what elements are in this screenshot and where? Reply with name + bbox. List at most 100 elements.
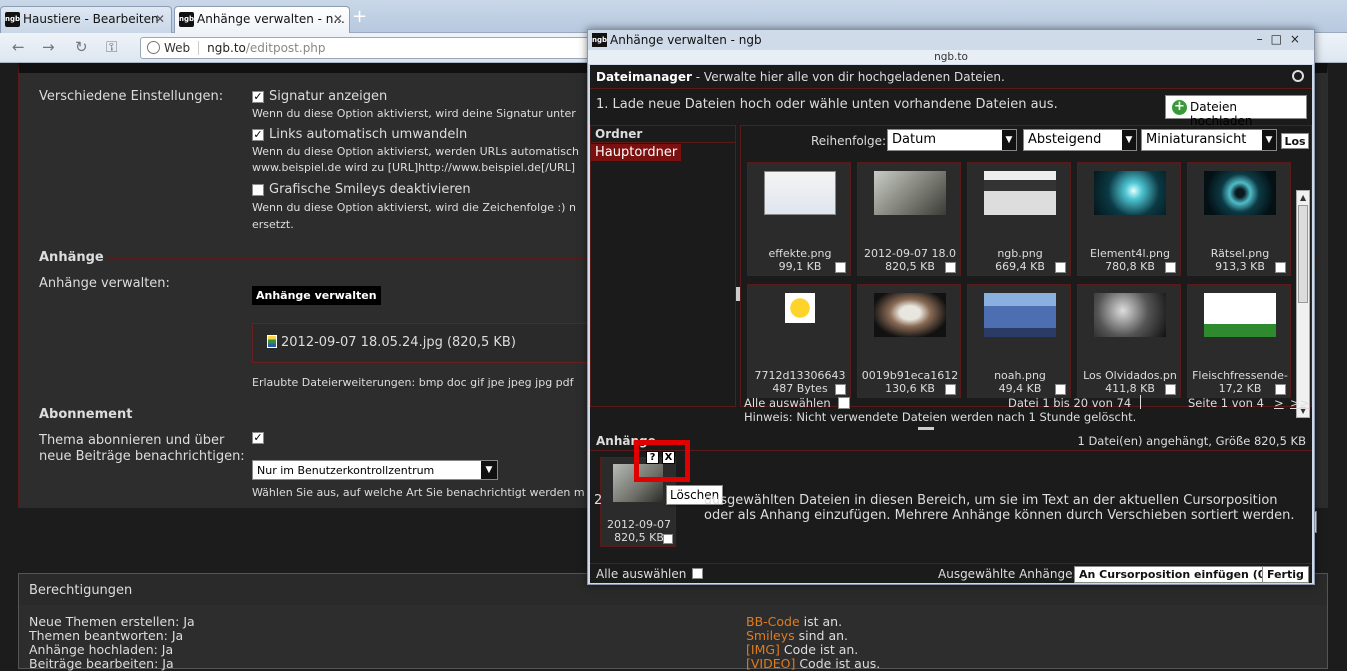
signature-checkbox[interactable]: ✓ xyxy=(252,91,264,103)
chevron-down-icon: ▼ xyxy=(1002,130,1016,150)
sort-direction-select[interactable]: Absteigend ▼ xyxy=(1023,129,1137,151)
tab-haustiere[interactable]: ngb Haustiere - Bearbeiten ✕ xyxy=(0,6,172,33)
footer-select-all-checkbox[interactable] xyxy=(692,568,704,579)
links-checkbox[interactable]: ✓ xyxy=(252,129,264,141)
file-checkbox[interactable] xyxy=(1275,384,1286,395)
tab-title: Anhänge verwalten - n... xyxy=(197,12,345,26)
file-checkbox[interactable] xyxy=(835,262,846,273)
tab-anhaenge[interactable]: ngb Anhänge verwalten - n... ✕ xyxy=(174,6,350,33)
reload-icon[interactable]: ↻ xyxy=(75,39,88,55)
vertical-splitter[interactable] xyxy=(918,427,934,430)
file-name: Rätsel.png xyxy=(1210,247,1270,260)
file-list-scrollbar[interactable]: ▲ ▼ xyxy=(1296,190,1310,418)
file-manager-subtitle: - Verwalte hier alle von dir hochgeladen… xyxy=(695,70,1005,84)
bbcode-link[interactable]: BB-Code xyxy=(746,614,800,629)
close-tab-icon[interactable]: ✕ xyxy=(155,12,165,26)
new-tab-icon[interactable]: + xyxy=(352,8,370,26)
file-name: 7712d13306643 xyxy=(754,369,846,382)
file-thumbnail xyxy=(785,293,815,323)
file-card[interactable]: Los Olvidados.pn 411,8 KB xyxy=(1077,284,1181,398)
file-card[interactable]: noah.png 49,4 KB xyxy=(967,284,1071,398)
attachments-instructions: ausgewählten Dateien in diesen Bereich, … xyxy=(704,493,1295,523)
select-all-checkbox[interactable] xyxy=(838,397,850,409)
key-icon[interactable]: ⚿ xyxy=(106,39,117,55)
go-button[interactable]: Los xyxy=(1281,133,1309,149)
back-icon[interactable]: ← xyxy=(12,39,25,55)
file-card[interactable]: 0019b91eca1612 130,6 KB xyxy=(857,284,961,398)
help-icon[interactable] xyxy=(1292,70,1304,82)
folder-item-main[interactable]: Hauptordner xyxy=(591,144,682,161)
file-card[interactable]: 7712d13306643 487 Bytes xyxy=(747,284,851,398)
close-tab-icon[interactable]: ✕ xyxy=(333,12,343,26)
scrollbar-thumb[interactable] xyxy=(1298,205,1308,303)
scroll-up-icon[interactable]: ▲ xyxy=(1300,193,1306,202)
file-card[interactable]: Element4l.png 780,8 KB xyxy=(1077,162,1181,276)
address-bar[interactable]: Web ngb.to/editpost.php xyxy=(140,37,600,59)
file-thumbnail xyxy=(1204,171,1276,215)
file-card[interactable]: 2012-09-07 18.0 820,5 KB xyxy=(857,162,961,276)
forward-icon[interactable]: → xyxy=(42,39,55,55)
attachment-checkbox[interactable] xyxy=(663,534,673,544)
attachment-index: 2 xyxy=(594,493,603,508)
attachments-summary: 1 Datei(en) angehängt, Größe 820,5 KB xyxy=(1077,434,1306,448)
attached-file-name[interactable]: 2012-09-07 18.05.24.jpg (820,5 KB) xyxy=(281,335,516,350)
file-thumbnail xyxy=(984,293,1056,337)
sort-field-select[interactable]: Datum ▼ xyxy=(887,129,1017,151)
window-controls[interactable]: –□× xyxy=(1257,32,1308,46)
file-checkbox[interactable] xyxy=(1275,262,1286,273)
file-name: Element4l.png xyxy=(1089,247,1171,260)
manage-attachments-label: Anhänge verwalten: xyxy=(39,276,170,291)
permission-item: Smileys sind an. xyxy=(746,628,849,643)
cleanup-hint: Hinweis: Nicht verwendete Dateien werden… xyxy=(744,410,1137,424)
insert-at-cursor-button[interactable]: An Cursorposition einfügen (0) xyxy=(1074,566,1276,583)
smileys-help-2: ersetzt. xyxy=(252,218,294,231)
view-mode-select[interactable]: Miniaturansicht ▼ xyxy=(1141,129,1277,151)
file-name: ngb.png xyxy=(997,247,1043,260)
last-page-link[interactable]: >> xyxy=(1290,396,1309,410)
signature-help: Wenn du diese Option aktivierst, wird de… xyxy=(252,107,576,120)
subscribe-checkbox[interactable]: ✓ xyxy=(252,432,264,444)
upload-files-button[interactable]: + Dateien hochladen xyxy=(1165,95,1307,128)
divider xyxy=(1140,395,1141,409)
smileys-checkbox[interactable] xyxy=(252,184,264,196)
file-checkbox[interactable] xyxy=(1165,262,1176,273)
sort-label: Reihenfolge: xyxy=(811,134,887,148)
file-name: 0019b91eca1612 xyxy=(861,369,959,382)
file-checkbox[interactable] xyxy=(1165,384,1176,395)
done-button[interactable]: Fertig xyxy=(1262,566,1309,583)
file-card[interactable]: Fleischfressende- 17,2 KB xyxy=(1187,284,1291,398)
file-thumbnail xyxy=(1204,293,1276,337)
file-name: 2012-09-07 18.0 xyxy=(864,247,956,260)
popup-url: ngb.to xyxy=(588,50,1314,64)
select-all-label: Alle auswählen xyxy=(744,396,831,410)
subscription-section-title: Abonnement xyxy=(39,407,133,422)
next-page-link[interactable]: > xyxy=(1274,396,1284,410)
file-card[interactable]: Rätsel.png 913,3 KB xyxy=(1187,162,1291,276)
file-card[interactable]: ngb.png 669,4 KB xyxy=(967,162,1071,276)
smileys-link[interactable]: Smileys xyxy=(746,628,795,643)
links-help: Wenn du diese Option aktivierst, werden … xyxy=(252,145,579,158)
file-thumbnail xyxy=(874,293,946,337)
selected-attachments-label: Ausgewählte Anhänge: xyxy=(938,567,1077,581)
img-link[interactable]: [IMG] xyxy=(746,642,780,657)
manage-attachments-button[interactable]: Anhänge verwalten xyxy=(252,286,381,305)
file-list-footer: Alle auswählen Datei 1 bis 20 von 74 Sei… xyxy=(740,395,1312,425)
file-name: Los Olvidados.pn xyxy=(1083,369,1177,382)
attachments-section-title: Anhänge xyxy=(39,250,104,265)
file-thumbnail xyxy=(874,171,946,215)
file-checkbox[interactable] xyxy=(1055,384,1066,395)
file-card[interactable]: effekte.png 99,1 KB xyxy=(747,162,851,276)
links-help-2: www.beispiel.de wird zu [URL]http://www.… xyxy=(252,161,576,174)
popup-titlebar[interactable]: ngb Anhänge verwalten - ngb –□× xyxy=(588,30,1314,50)
subscribe-label-2: neue Beiträge benachrichtigen: xyxy=(39,449,245,464)
file-checkbox[interactable] xyxy=(945,384,956,395)
file-name: effekte.png xyxy=(768,247,832,260)
file-thumbnail xyxy=(1094,293,1166,337)
folder-panel: Ordner Hauptordner xyxy=(590,125,736,407)
file-checkbox[interactable] xyxy=(835,384,846,395)
file-checkbox[interactable] xyxy=(1055,262,1066,273)
links-label: Links automatisch umwandeln xyxy=(269,127,468,142)
subscription-mode-select[interactable]: Nur im Benutzerkontrollzentrum ▼ xyxy=(252,460,498,480)
file-list-panel: Reihenfolge: Datum ▼ Absteigend ▼ Miniatur… xyxy=(740,125,1312,418)
file-checkbox[interactable] xyxy=(945,262,956,273)
